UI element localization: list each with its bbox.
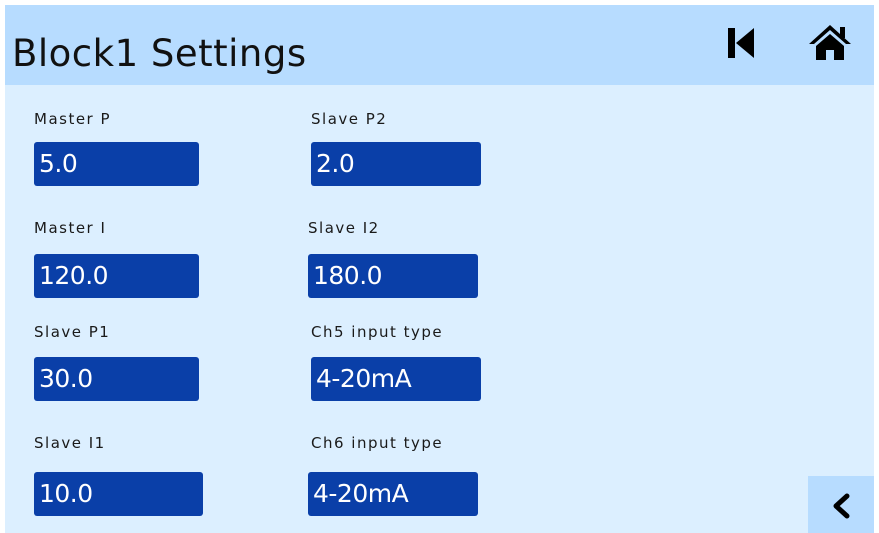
ch6-input-type-field[interactable]: 4-20mA (308, 472, 478, 516)
settings-screen: Block1 Settings Master P 5.0 Master I 12… (5, 5, 874, 533)
slave-p2-label: Slave P2 (311, 110, 388, 128)
skip-previous-icon (728, 28, 754, 58)
slave-i2-label: Slave I2 (308, 219, 380, 237)
master-i-label: Master I (34, 219, 107, 237)
chevron-left-icon (833, 493, 850, 519)
slave-i1-field[interactable]: 10.0 (34, 472, 203, 516)
ch5-input-type-field[interactable]: 4-20mA (311, 357, 481, 401)
master-p-label: Master P (34, 110, 112, 128)
slave-p1-field[interactable]: 30.0 (34, 357, 199, 401)
home-button[interactable] (807, 23, 853, 63)
slave-i1-label: Slave I1 (34, 434, 106, 452)
slave-p1-label: Slave P1 (34, 323, 111, 341)
ch6-input-type-label: Ch6 input type (311, 434, 444, 452)
back-button[interactable] (808, 476, 874, 533)
skip-previous-button[interactable] (722, 23, 762, 63)
slave-i2-field[interactable]: 180.0 (308, 254, 478, 298)
slave-p2-field[interactable]: 2.0 (311, 142, 481, 186)
master-i-field[interactable]: 120.0 (34, 254, 199, 298)
page-title: Block1 Settings (12, 32, 307, 75)
master-p-field[interactable]: 5.0 (34, 142, 199, 186)
ch5-input-type-label: Ch5 input type (311, 323, 444, 341)
home-icon (809, 25, 851, 60)
header-bar: Block1 Settings (5, 5, 874, 85)
